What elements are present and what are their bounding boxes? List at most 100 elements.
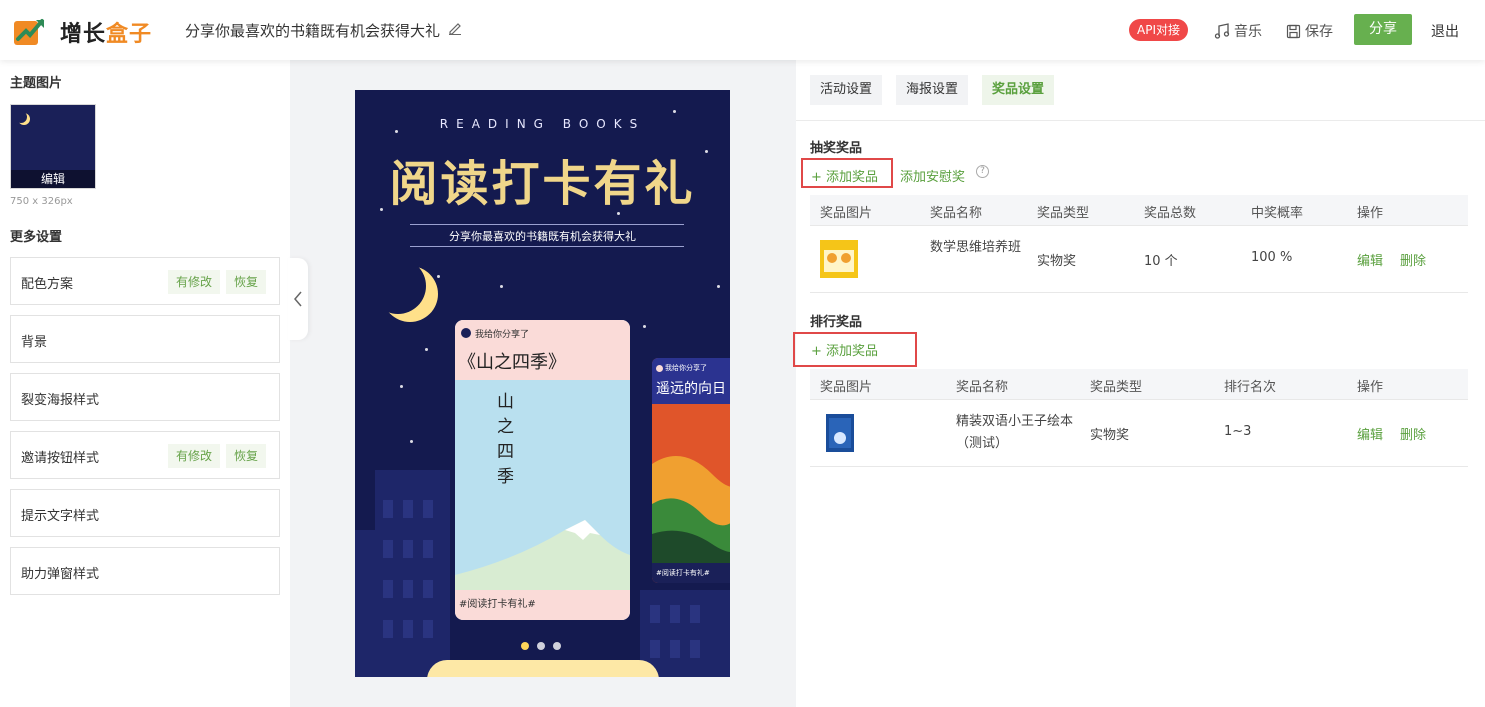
divider bbox=[410, 224, 684, 225]
column-header: 奖品图片 bbox=[820, 380, 873, 395]
tab-poster-settings[interactable]: 海报设置 bbox=[896, 75, 969, 105]
music-label: 音乐 bbox=[1234, 24, 1262, 40]
star-decoration bbox=[437, 275, 440, 278]
theme-edit-button[interactable]: 编辑 bbox=[11, 170, 95, 188]
crescent-moon-icon bbox=[370, 258, 426, 314]
modified-tag: 有修改 bbox=[168, 270, 221, 294]
prize-name: 数学思维培养班 bbox=[930, 240, 1022, 255]
save-disk-icon bbox=[1286, 24, 1301, 38]
card-hashtag: #阅读打卡有礼# bbox=[652, 563, 730, 583]
carousel-dot[interactable] bbox=[521, 642, 529, 650]
prize-total: 10 个 bbox=[1144, 254, 1178, 269]
carousel-indicator[interactable] bbox=[521, 642, 561, 650]
book-name: 《山之四季》 bbox=[458, 352, 566, 373]
ranking-prizes-heading: 排行奖品 bbox=[810, 315, 863, 330]
setting-row-color-scheme[interactable]: 配色方案 有修改 恢复 bbox=[10, 257, 280, 305]
add-ranking-prize-button[interactable]: + 添加奖品 bbox=[811, 340, 878, 359]
column-header: 奖品名称 bbox=[930, 206, 983, 221]
column-header: 中奖概率 bbox=[1251, 206, 1304, 221]
poster-join-button[interactable] bbox=[427, 660, 659, 677]
column-header: 操作 bbox=[1357, 206, 1384, 221]
setting-row-background[interactable]: 背景 bbox=[10, 315, 280, 363]
edit-prize-button[interactable]: 编辑 bbox=[1357, 250, 1383, 269]
music-note-icon bbox=[1214, 23, 1230, 39]
lottery-prize-table: 奖品图片 奖品名称 奖品类型 奖品总数 中奖概率 操作 数学思维培养班 实物奖 … bbox=[810, 195, 1468, 293]
prize-probability: 100 % bbox=[1251, 250, 1293, 265]
share-button[interactable]: 分享 bbox=[1354, 14, 1412, 45]
theme-image-thumbnail[interactable]: 编辑 bbox=[10, 104, 96, 189]
divider bbox=[410, 246, 684, 247]
avatar bbox=[656, 365, 663, 372]
restore-button[interactable]: 恢复 bbox=[226, 270, 267, 294]
building-decoration bbox=[355, 530, 375, 677]
delete-prize-button[interactable]: 删除 bbox=[1400, 424, 1426, 443]
delete-prize-button[interactable]: 删除 bbox=[1400, 250, 1426, 269]
save-label: 保存 bbox=[1305, 24, 1333, 40]
avatar bbox=[461, 328, 471, 338]
prize-name: 精装双语小王子绘本（测试） bbox=[956, 414, 1074, 451]
collapse-panel-toggle[interactable] bbox=[288, 258, 308, 340]
restore-button[interactable]: 恢复 bbox=[226, 444, 267, 468]
setting-row-hint-text-style[interactable]: 提示文字样式 bbox=[10, 489, 280, 537]
top-header: 增长盒子 分享你最喜欢的书籍既有机会获得大礼 API对接 音乐 保存 分享 退出 bbox=[0, 0, 1485, 60]
chevron-left-icon bbox=[294, 291, 302, 307]
book-cover-title: 山之四季 bbox=[497, 392, 514, 487]
carousel-dot[interactable] bbox=[537, 642, 545, 650]
column-header: 奖品类型 bbox=[1037, 206, 1090, 221]
divider bbox=[796, 120, 1485, 121]
lottery-prizes-heading: 抽奖奖品 bbox=[810, 141, 863, 156]
column-header: 奖品名称 bbox=[956, 380, 1009, 395]
setting-row-invite-button-style[interactable]: 邀请按钮样式 有修改 恢复 bbox=[10, 431, 280, 479]
book-share-card-1[interactable]: 我给你分享了 《山之四季》 山之四季 #阅读打卡有礼# bbox=[455, 320, 630, 620]
star-decoration bbox=[717, 285, 720, 288]
book-share-card-2[interactable]: 我给你分享了 遥远的向日 #阅读打卡有礼# bbox=[652, 358, 730, 583]
table-header: 奖品图片 奖品名称 奖品类型 排行名次 操作 bbox=[810, 369, 1468, 400]
moon-icon bbox=[15, 111, 27, 123]
help-question-icon[interactable]: ? bbox=[976, 165, 989, 178]
growth-logo-icon bbox=[14, 19, 44, 45]
setting-row-label: 背景 bbox=[21, 335, 48, 350]
poster-preview: READING BOOKS 阅读打卡有礼 分享你最喜欢的书籍既有机会获得大礼 我… bbox=[355, 90, 730, 677]
setting-row-label: 提示文字样式 bbox=[21, 509, 100, 524]
ranking-prize-table: 奖品图片 奖品名称 奖品类型 排行名次 操作 精装双语小王子绘本（测试） 实物奖… bbox=[810, 369, 1468, 467]
tab-activity-settings[interactable]: 活动设置 bbox=[810, 75, 883, 105]
edit-pencil-icon[interactable] bbox=[448, 21, 462, 35]
prize-image bbox=[820, 240, 858, 278]
setting-row-fission-poster-style[interactable]: 裂变海报样式 bbox=[10, 373, 280, 421]
poster-subtitle: READING BOOKS bbox=[439, 117, 646, 131]
column-header: 奖品图片 bbox=[820, 206, 873, 221]
add-consolation-prize-button[interactable]: 添加安慰奖 bbox=[900, 166, 965, 185]
setting-row-label: 配色方案 bbox=[21, 277, 74, 292]
prize-image bbox=[826, 414, 854, 452]
column-header: 奖品类型 bbox=[1090, 380, 1143, 395]
setting-row-label: 助力弹窗样式 bbox=[21, 567, 100, 582]
star-decoration bbox=[400, 385, 403, 388]
brand-logo-text[interactable]: 增长盒子 bbox=[60, 16, 152, 48]
book-name: 遥远的向日 bbox=[656, 381, 726, 397]
carousel-dot[interactable] bbox=[553, 642, 561, 650]
tab-prize-settings[interactable]: 奖品设置 bbox=[982, 75, 1055, 105]
setting-row-label: 裂变海报样式 bbox=[21, 393, 100, 408]
add-lottery-prize-button[interactable]: + 添加奖品 bbox=[811, 166, 878, 185]
save-button[interactable]: 保存 bbox=[1286, 21, 1333, 41]
table-header: 奖品图片 奖品名称 奖品类型 奖品总数 中奖概率 操作 bbox=[810, 195, 1468, 226]
settings-tabs: 活动设置 海报设置 奖品设置 bbox=[810, 75, 1055, 105]
edit-prize-button[interactable]: 编辑 bbox=[1357, 424, 1383, 443]
api-integration-badge[interactable]: API对接 bbox=[1129, 19, 1188, 41]
prize-type: 实物奖 bbox=[1037, 254, 1077, 269]
logo-text-part1: 增长 bbox=[60, 22, 107, 47]
setting-row-help-popup-style[interactable]: 助力弹窗样式 bbox=[10, 547, 280, 595]
poster-main-title: 阅读打卡有礼 bbox=[389, 156, 696, 212]
logo-text-part2: 盒子 bbox=[106, 22, 153, 47]
exit-button[interactable]: 退出 bbox=[1431, 21, 1459, 41]
star-decoration bbox=[673, 110, 676, 113]
card-hashtag: #阅读打卡有礼# bbox=[455, 590, 630, 620]
theme-image-size: 750 x 326px bbox=[10, 196, 73, 207]
theme-image-heading: 主题图片 bbox=[10, 76, 63, 91]
music-button[interactable]: 音乐 bbox=[1214, 21, 1262, 41]
star-decoration bbox=[425, 348, 428, 351]
star-decoration bbox=[500, 285, 503, 288]
mountain-illustration bbox=[455, 520, 630, 590]
column-header: 操作 bbox=[1357, 380, 1384, 395]
column-header: 排行名次 bbox=[1224, 380, 1277, 395]
